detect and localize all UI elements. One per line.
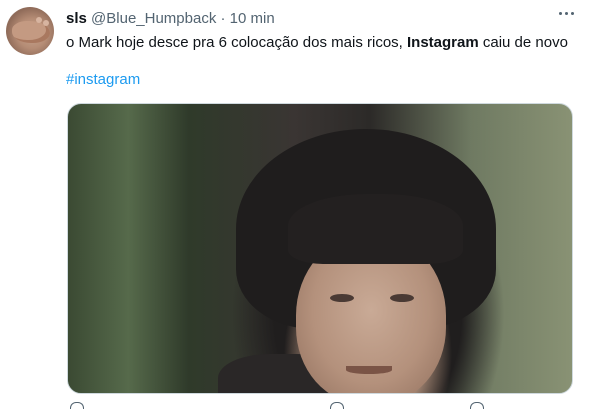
timestamp[interactable]: 10 min bbox=[230, 10, 275, 27]
display-name[interactable]: sls bbox=[66, 10, 87, 27]
separator-dot: · bbox=[220, 10, 226, 27]
user-handle[interactable]: @Blue_Humpback bbox=[91, 10, 216, 27]
avatar-detail bbox=[36, 17, 42, 23]
avatar-detail bbox=[43, 20, 49, 26]
tweet-text: o Mark hoje desce pra 6 colocação dos ma… bbox=[66, 34, 568, 52]
photo-detail bbox=[330, 294, 354, 302]
photo-detail bbox=[288, 194, 463, 264]
tweet[interactable]: sls @Blue_Humpback · 10 min o Mark hoje … bbox=[0, 0, 602, 409]
photo-detail bbox=[346, 366, 392, 374]
reply-icon[interactable] bbox=[70, 402, 84, 409]
like-icon[interactable] bbox=[330, 402, 344, 409]
photo-detail bbox=[390, 294, 414, 302]
tweet-text-part: o Mark hoje desce pra 6 colocação dos ma… bbox=[66, 34, 407, 51]
tweet-text-part: caiu de novo bbox=[478, 34, 568, 51]
tweet-media-image[interactable] bbox=[67, 103, 573, 394]
more-options-icon[interactable] bbox=[559, 12, 574, 15]
share-icon[interactable] bbox=[470, 402, 484, 409]
tweet-actions-bar bbox=[66, 402, 566, 409]
avatar[interactable] bbox=[6, 7, 54, 55]
tweet-header: sls @Blue_Humpback · 10 min bbox=[66, 10, 275, 28]
tweet-text-bold: Instagram bbox=[407, 34, 479, 51]
hashtag-link[interactable]: #instagram bbox=[66, 71, 140, 89]
